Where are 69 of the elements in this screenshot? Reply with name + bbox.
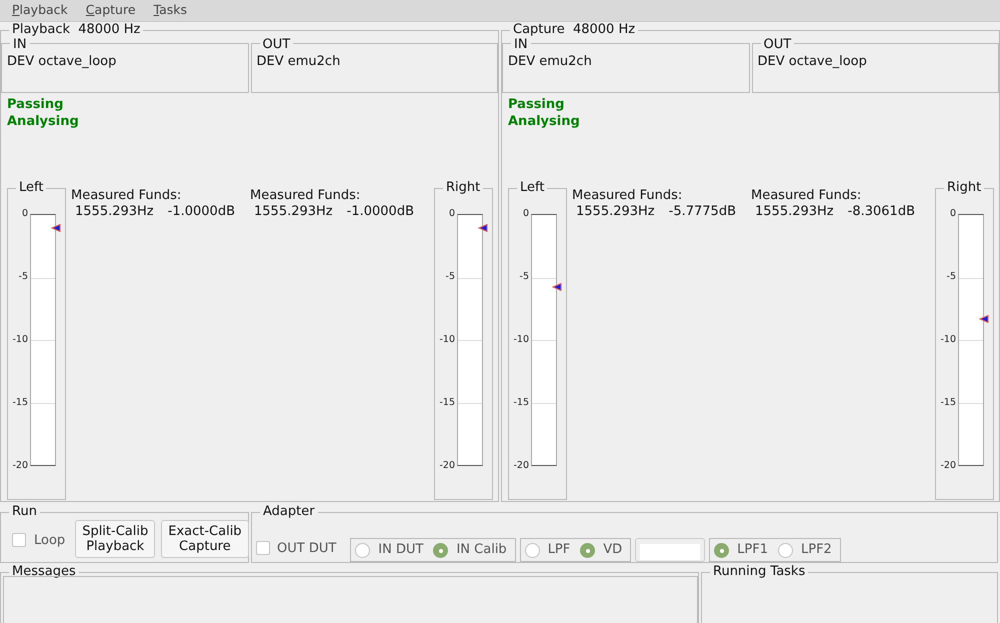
device-name: DEV emu2ch	[256, 53, 342, 71]
meter-title: Right	[944, 180, 984, 196]
amplitude-value: -5.7775dB	[668, 204, 736, 220]
radio-button[interactable]	[580, 542, 596, 558]
scale-label: -10	[513, 332, 529, 347]
radio-button[interactable]	[433, 542, 448, 558]
menu-item[interactable]: Tasks	[154, 0, 188, 22]
scale-label: -15	[940, 396, 956, 410]
scale-label: -20	[940, 458, 956, 473]
scale-label: -20	[439, 458, 455, 473]
scale-label: -10	[940, 332, 956, 347]
scale-label: 0	[448, 206, 455, 221]
measurement-heading: Measured Funds:	[572, 188, 684, 204]
frequency-value: 1555.293Hz	[75, 204, 154, 220]
radio-label: LPF	[548, 541, 570, 560]
menu-item[interactable]: Capture	[86, 0, 136, 22]
radio-label: VD	[603, 541, 622, 560]
panel-title: Playback 48000 Hz	[9, 22, 144, 38]
measurement-heading: Measured Funds:	[250, 188, 362, 204]
amplitude-value: -1.0000dB	[168, 204, 235, 220]
status-text: Passing	[7, 96, 64, 113]
status-text: Passing	[508, 96, 566, 113]
scale-label: -15	[439, 396, 455, 410]
checkbox-label: Loop	[34, 532, 66, 550]
radio-button[interactable]	[778, 542, 793, 558]
checkbox-label: OUT DUT	[277, 540, 336, 558]
menu-item[interactable]: Playback	[12, 0, 68, 22]
radio-button[interactable]	[524, 542, 540, 558]
scale-label: -15	[12, 396, 28, 410]
radio-label: IN Calib	[456, 541, 507, 560]
scale-label: -20	[513, 458, 529, 473]
scale-label: -10	[439, 332, 455, 347]
checkbox[interactable]	[256, 541, 270, 556]
calibration-button[interactable]: Exact-Calib Capture	[161, 520, 249, 558]
scale-label: 0	[950, 206, 956, 221]
radio-label: LPF1	[737, 541, 768, 560]
amplitude-value: -1.0000dB	[346, 204, 414, 220]
scale-label: 0	[522, 206, 529, 221]
device-name: DEV octave_loop	[6, 53, 118, 71]
measurement-heading: Measured Funds:	[751, 188, 862, 204]
radio-label: LPF2	[801, 541, 832, 560]
frequency-value: 1555.293Hz	[576, 204, 655, 220]
radio-label: IN DUT	[378, 541, 424, 560]
group-title: Adapter	[260, 504, 318, 520]
panel-title: Running Tasks	[710, 564, 808, 580]
calibration-button[interactable]: Split-Calib Playback	[75, 520, 156, 558]
measurement-heading: Measured Funds:	[71, 188, 182, 204]
status-text: Analysing	[508, 113, 581, 130]
checkbox[interactable]	[12, 533, 26, 548]
scale-label: -15	[513, 396, 529, 410]
frequency-value: 1555.293Hz	[254, 204, 333, 220]
scale-label: -20	[12, 458, 28, 473]
meter-title: Right	[443, 180, 484, 196]
input-field[interactable]	[635, 538, 706, 562]
scale-label: -5	[18, 270, 28, 284]
scale-label: -5	[446, 270, 455, 284]
status-text: Analysing	[7, 113, 80, 130]
radio-button[interactable]	[714, 542, 730, 558]
device-name: DEV octave_loop	[756, 53, 868, 71]
amplitude-value: -8.3061dB	[848, 204, 915, 220]
scale-label: -10	[12, 332, 28, 347]
scale-label: -5	[520, 270, 529, 284]
panel-title: Capture 48000 Hz	[510, 22, 638, 38]
panel-title: Messages	[9, 564, 79, 580]
radio-button[interactable]	[355, 542, 370, 558]
scale-label: -5	[946, 270, 956, 284]
scale-label: 0	[22, 206, 28, 221]
frequency-value: 1555.293Hz	[755, 204, 834, 220]
device-name: DEV emu2ch	[507, 53, 593, 71]
